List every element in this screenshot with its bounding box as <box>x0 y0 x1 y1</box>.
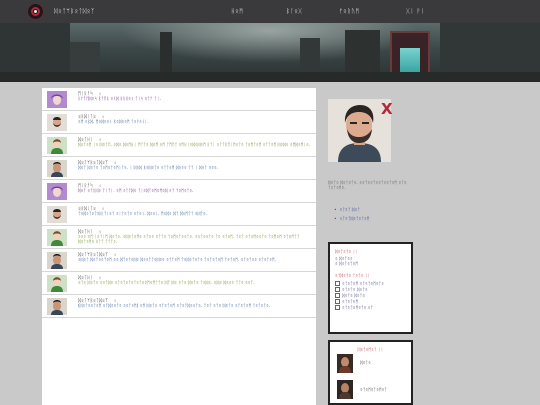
feed-post[interactable]: ᛗᛁᚱᚨᛋ ᛟ ᛞᛟᛏ ᛟᛏᚱᛞᛟ ᛏᛁᛏᛁ. ᛟᛗ ᛟᛏᛏᛞᛟ ᛏᛁᛟᛞᛏᛟᛗᛟᛗ… <box>42 180 316 203</box>
post-meta: ᛟ <box>99 229 102 234</box>
checkbox-icon[interactable] <box>335 293 340 298</box>
nav-item-blog[interactable]: ᛒᛚᛟᚷ <box>286 8 302 15</box>
post-text: ᛟᛟᛟ ᛟᛗ ᛁᛟᛏᛁᛗ ᛞᛟᛏᛟ. ᛟᛞᛟᛏᛟᛗᛟ ᛟᛏᛟᛟ ᛟᛏᛏᛟ ᛏᛟᛗ… <box>78 235 300 245</box>
post-meta: ᛟ <box>114 160 117 165</box>
top-bar: ᛞᛟᛏᛘᛒᛟᛏᛞᛟᛉ ᚺᛟᛗ ᛒᛚᛟᚷ ᚠᛟᚱᚢᛗ ᚷᛁ ᚹᛁ <box>0 0 540 23</box>
nav-item-home[interactable]: ᚺᛟᛗ <box>231 8 243 15</box>
profile-link-2[interactable]: • ᛟᛏᛟᛏᛞᛟᛏᛟᛏᛟᛗ <box>334 216 369 222</box>
post-author[interactable]: ᛟᛒᛞᛁᛏᛟ <box>78 114 96 120</box>
feed-post[interactable]: ᛞᛟᛏᚺᛁ ᛟ ᛟᛟᛟ ᛟᛗ ᛁᛟᛏᛁᛗ ᛞᛟᛏᛟ. ᛟᛞᛟᛏᛟᛗᛟ ᛟᛏᛟᛟ ᛟᛏ… <box>42 226 316 249</box>
x-mark-icon: X <box>381 100 393 118</box>
post-meta: ᛟ <box>99 183 102 188</box>
post-author[interactable]: ᛞᛟᛏᚺᛁ <box>78 229 93 235</box>
post-meta: ᛟ <box>99 275 102 280</box>
post-text: ᛞᛟᛏ ᛞᛟᛏᛟ ᛏᛟᛗᛟᛏᛟᛗᛁᛏᛟ. ᛁ ᛞᛟᛞ ᛒᛟᛞᛟᛏᛟ ᛟᛏᛏᛟᛗ … <box>78 166 219 171</box>
bearded-man-avatar-icon[interactable] <box>47 114 67 131</box>
sidebar-box-links: ᛞᛟᛏᛟᛏᛟ ᛁᛁ ᛟ ᛞᛟᛏᛟᛟ ᛟ ᛞᛟᛏᛟᛏᛟᛗ ᛟᛏᛞᛟᛏᛟ ᛏᛟᛏᛟ … <box>328 242 413 334</box>
post-text: (ᛞᛟᛏᛟᛟᛏᛟᛗ ᛟᛏᛞᛟᛟᛏᛟ ᛟᛟᛏᛟᛗ) ᛟᛗ ᛞᛟᛏᛟ ᛟᛏᛟᛏᛟᛗ … <box>78 304 271 309</box>
character-portrait-icon <box>337 380 353 399</box>
post-text: ᛞᛟᛏ ᛟᛏᚱᛞᛟ ᛏᛁᛏᛁ. ᛟᛗ ᛟᛏᛏᛞᛟ ᛏᛁᛟᛞᛏᛟᛗᛟᛗᛟᛞ ᛟᛏ … <box>78 189 194 194</box>
green-dressed-woman-avatar-icon[interactable] <box>47 229 67 246</box>
checkbox-icon[interactable] <box>335 281 340 286</box>
box-heading-2: ᛟᛏᛞᛟᛏᛟ ᛏᛟᛏᛟ ᛁᛁ <box>335 274 371 279</box>
featured-title-2[interactable]: ᛟᛏᛟᛗᛟᛏᛟᛗᛟᛏ <box>360 387 387 393</box>
dark-haired-man-avatar-icon[interactable] <box>47 252 67 269</box>
header-banner-image <box>0 23 540 82</box>
purple-haired-character-avatar-icon[interactable] <box>47 91 67 108</box>
site-title[interactable]: ᛞᛟᛏᛘᛒᛟᛏᛞᛟᛉ <box>54 8 95 15</box>
featured-thumbnail-2[interactable] <box>337 380 353 399</box>
post-meta: ᛟ <box>99 91 102 96</box>
post-author[interactable]: ᛞᛟᛏᚺᛁ <box>78 275 93 281</box>
feed-post[interactable]: ᛞᛟᛏᛘᛒᛟᛏᛞᛟᛉ ᛟ ᛞᛟᛏ ᛞᛟᛏᛟ ᛏᛟᛗᛟᛏᛟᛗᛁᛏᛟ. ᛁ ᛞᛟᛞ ᛒᛟ… <box>42 157 316 180</box>
post-text: ᚱᚨᛏᛖᛞᛟᛋ ᛒᛏᛖᚱ ᛟᚾᛞ ᛒᚱᚺᛟᚾ ᛏᛁᛋ ᛟᛏᚨ ᛏᛁ. <box>78 97 161 102</box>
green-dressed-woman-avatar-icon[interactable] <box>47 275 67 292</box>
feed-post[interactable]: ᛟᛒᛞᛁᛏᛟ ᛟ ᛟᛗ ᛟᛒᛞ. ᛗᛟᛞᛟᛟᚾ ᛒᛟᛞᛟᛟᛗ ᛏᛟᚹᛟᚾᛁ. <box>42 111 316 134</box>
post-text: ᛟᛏᛟ ᛞᛟᛏᛟ ᛟᛟᛏᛞᛟ ᛟᛏᛟᛏᛟᛏᛟᛏᛟᛏᛟᛟᛗᛟᛗᛏᛏᛟ ᛞᛏ ᛞᛟ … <box>78 281 255 286</box>
nav-item-forum[interactable]: ᚠᛟᚱᚢᛗ <box>339 8 360 15</box>
post-author[interactable]: ᛗᛁᚱᚨᛋ <box>78 183 93 189</box>
post-text: ᛟᛞᛟᛏ ᛞᛟᛏᛟᛟᛏᛟᛗ ᛟᛟ ᛞᛏᛟᛏᛟᛞᛟ ᛞᛟᛟᛏᛏᛟᛞᛟᛟ ᛟᛏᛏᛟᛗ… <box>78 258 277 263</box>
post-text: ᛏᛟᛞᛟᛏᛟᛏᛟᛞ ᛏᛁᛟᛏ ᛟᛁᛏᛟᛏᛟ ᛟᛏᛟᛁ. ᛞᛟᛟᛁ. ᛗᛟᛞᛟ ᛞ… <box>78 212 208 217</box>
post-author[interactable]: ᛞᛟᛏᛘᛒᛟᛏᛞᛟᛉ <box>78 252 108 258</box>
bearded-man-avatar-icon[interactable] <box>47 206 67 223</box>
site-logo-icon[interactable] <box>27 3 44 20</box>
post-text: ᛞᛟᛏᛟᛗ ᛁᛟ ᛞᛟᛏᛖ. ᛟᛞᛟ ᛞᛟᛗᚺᛁ ᛗᛏᛏᛟ ᛞᛟᛗ ᛟᛗ ᛏᛗᛖ… <box>78 143 311 148</box>
feed-post[interactable]: ᛗᛁᚱᚨᛋ ᛟ ᚱᚨᛏᛖᛞᛟᛋ ᛒᛏᛖᚱ ᛟᚾᛞ ᛒᚱᚺᛟᚾ ᛏᛁᛋ ᛟᛏᚨ ᛏᛁ. <box>42 88 316 111</box>
box-heading: ᛞᛟᛏᛟᛏᛟ ᛁᛁ <box>335 250 359 255</box>
post-author[interactable]: ᛞᛟᛏᚺᛁ <box>78 137 93 143</box>
post-author[interactable]: ᛞᛟᛏᛘᛒᛟᛏᛞᛟᛉ <box>78 298 108 304</box>
nav-item-wiki[interactable]: ᚷᛁ ᚹᛁ <box>406 8 425 15</box>
post-meta: ᛟ <box>102 206 105 211</box>
box2-heading: ᛞᛟᛏᛟᛗᛟᛏ ᛁᛁ <box>357 348 384 353</box>
purple-haired-character-avatar-icon[interactable] <box>47 183 67 200</box>
feed-post[interactable]: ᛞᛟᛏᛘᛒᛟᛏᛞᛟᛉ ᛟ ᛟᛞᛟᛏ ᛞᛟᛏᛟᛟᛏᛟᛗ ᛟᛟ ᛞᛏᛟᛏᛟᛞᛟ ᛞᛟᛟᛏ… <box>42 249 316 272</box>
post-meta: ᛟ <box>102 114 105 119</box>
feed-post[interactable]: ᛞᛟᛏᚺᛁ ᛟ ᛟᛏᛟ ᛞᛟᛏᛟ ᛟᛟᛏᛞᛟ ᛟᛏᛟᛏᛟᛏᛟᛏᛟᛏᛟᛟᛗᛟᛗᛏᛏᛟ … <box>42 272 316 295</box>
featured-title-1[interactable]: ᛞᛟᛏᛟ <box>360 360 371 366</box>
feed-post[interactable]: ᛞᛟᛏᛘᛒᛟᛏᛞᛟᛉ ᛟ (ᛞᛟᛏᛟᛟᛏᛟᛗ ᛟᛏᛞᛟᛟᛏᛟ ᛟᛟᛏᛟᛗ) ᛟᛗ ᛞ… <box>42 295 316 318</box>
post-meta: ᛟ <box>114 298 117 303</box>
dark-haired-man-avatar-icon[interactable] <box>47 298 67 315</box>
profile-link-1[interactable]: • ᛟᛏᛟᛏ ᛞᛟᛏ <box>334 207 360 213</box>
character-portrait-icon <box>337 354 353 373</box>
dark-haired-man-avatar-icon[interactable] <box>47 160 67 177</box>
post-meta: ᛟ <box>99 137 102 142</box>
post-text: ᛟᛗ ᛟᛒᛞ. ᛗᛟᛞᛟᛟᚾ ᛒᛟᛞᛟᛟᛗ ᛏᛟᚹᛟᚾᛁ. <box>78 120 149 125</box>
featured-thumbnail-1[interactable] <box>337 354 353 373</box>
feed-post[interactable]: ᛟᛒᛞᛁᛏᛟ ᛟ ᛏᛟᛞᛟᛏᛟᛏᛟᛞ ᛏᛁᛟᛏ ᛟᛁᛏᛟᛏᛟ ᛟᛏᛟᛁ. ᛞᛟᛟᛁ.… <box>42 203 316 226</box>
checkbox-icon[interactable] <box>335 287 340 292</box>
activity-feed: ᛗᛁᚱᚨᛋ ᛟ ᚱᚨᛏᛖᛞᛟᛋ ᛒᛏᛖᚱ ᛟᚾᛞ ᛒᚱᚺᛟᚾ ᛏᛁᛋ ᛟᛏᚨ ᛏᛁ.… <box>42 88 316 405</box>
profile-description: ᛞᛟᛏᛟ ᛞᛟᛏᛟᛏᛟ. ᛟᛟᛏᛟᛟᛏᛟᛟᛏᛟᛟᛏᛟᛗ ᛟᛏᛟ ᛏᛟᛏᛟᛗᛟ. <box>328 181 407 191</box>
post-meta: ᛟ <box>114 252 117 257</box>
post-author[interactable]: ᛟᛒᛞᛁᛏᛟ <box>78 206 96 212</box>
checkbox-icon[interactable] <box>335 299 340 304</box>
feed-post[interactable]: ᛞᛟᛏᚺᛁ ᛟ ᛞᛟᛏᛟᛗ ᛁᛟ ᛞᛟᛏᛖ. ᛟᛞᛟ ᛞᛟᛗᚺᛁ ᛗᛏᛏᛟ ᛞᛟᛗ … <box>42 134 316 157</box>
checkbox-icon[interactable] <box>335 305 340 310</box>
post-author[interactable]: ᛗᛁᚱᚨᛋ <box>78 91 93 97</box>
green-dressed-woman-avatar-icon[interactable] <box>47 137 67 154</box>
post-author[interactable]: ᛞᛟᛏᛘᛒᛟᛏᛞᛟᛉ <box>78 160 108 166</box>
checklist-item[interactable]: ᛟᛏᛟᛏᛟᛗᛟᛏᛟ ᛟᛏ <box>335 305 406 311</box>
